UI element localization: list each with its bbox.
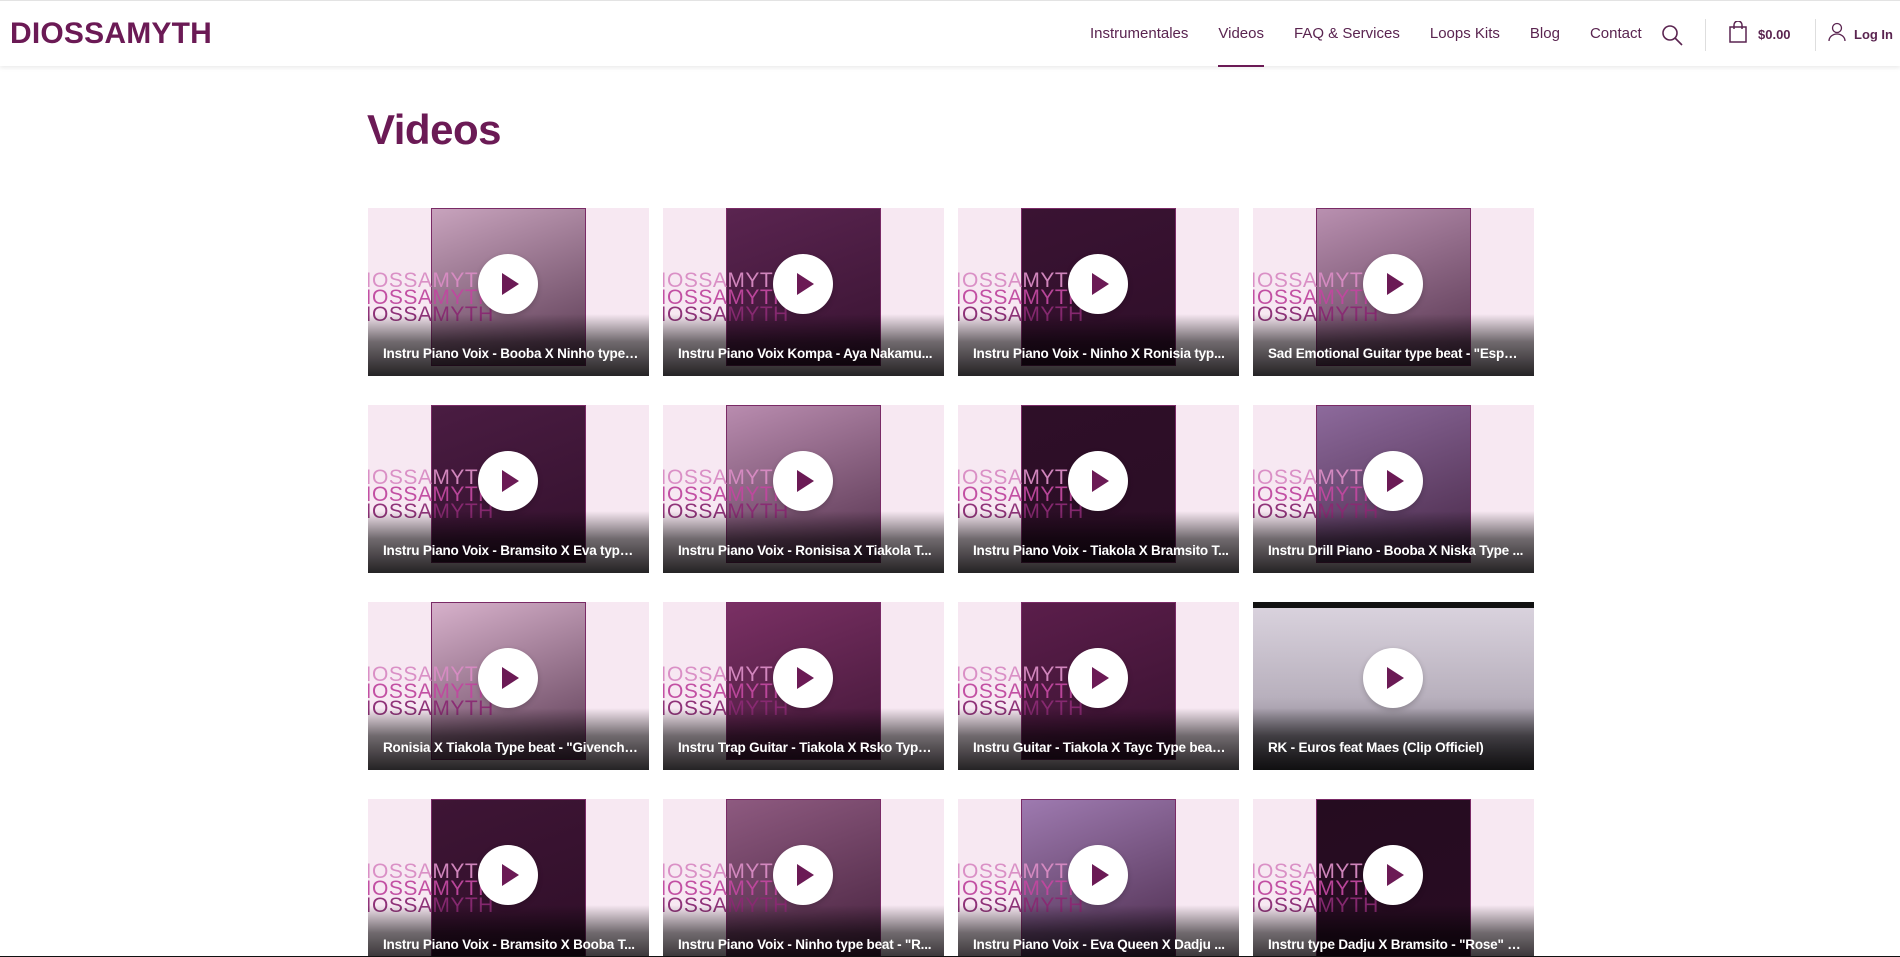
play-button[interactable] <box>1363 254 1423 314</box>
play-button[interactable] <box>1363 845 1423 905</box>
play-button[interactable] <box>773 845 833 905</box>
search-icon[interactable] <box>1660 23 1684 47</box>
video-title: Instru Piano Voix - Booba X Ninho type .… <box>383 346 639 361</box>
play-icon <box>797 273 814 295</box>
title-overlay <box>663 511 944 573</box>
play-icon <box>502 273 519 295</box>
header-divider <box>1705 19 1706 51</box>
shopping-bag-icon <box>1728 19 1748 48</box>
video-title: Instru Piano Voix - Ninho type beat - "R… <box>678 937 932 952</box>
nav-item-blog[interactable]: Blog <box>1530 1 1560 67</box>
play-icon <box>1387 667 1404 689</box>
video-card[interactable]: DIOSSAMYTHDIOSSAMYTHDIOSSAMYTHSad Emotio… <box>1253 208 1534 376</box>
play-icon <box>1092 273 1109 295</box>
video-card[interactable]: DIOSSAMYTHDIOSSAMYTHDIOSSAMYTHInstru Pia… <box>958 405 1239 573</box>
play-button[interactable] <box>478 451 538 511</box>
video-card[interactable]: DIOSSAMYTHDIOSSAMYTHDIOSSAMYTHInstru Pia… <box>368 405 649 573</box>
main-nav: Instrumentales Videos FAQ & Services Loo… <box>1090 1 1672 67</box>
nav-item-loops-kits[interactable]: Loops Kits <box>1430 1 1500 67</box>
play-button[interactable] <box>773 254 833 314</box>
play-button[interactable] <box>773 451 833 511</box>
video-gallery: DIOSSAMYTHDIOSSAMYTHDIOSSAMYTHInstru Pia… <box>368 208 1536 957</box>
play-button[interactable] <box>478 254 538 314</box>
video-card[interactable]: RK - Euros feat Maes (Clip Officiel) <box>1253 602 1534 770</box>
header-divider <box>1815 19 1816 51</box>
play-button[interactable] <box>1068 451 1128 511</box>
video-card[interactable]: DIOSSAMYTHDIOSSAMYTHDIOSSAMYTHInstru Pia… <box>958 208 1239 376</box>
video-title: Instru Piano Voix - Bramsito X Booba T..… <box>383 937 635 952</box>
video-title: Instru Piano Voix - Eva Queen X Dadju ..… <box>973 937 1225 952</box>
site-header: DIOSSAMYTH Instrumentales Videos FAQ & S… <box>0 0 1900 67</box>
video-title: Instru Drill Piano - Booba X Niska Type … <box>1268 543 1524 558</box>
play-icon <box>1092 470 1109 492</box>
title-overlay <box>1253 314 1534 376</box>
video-title: Sad Emotional Guitar type beat - "Espoi.… <box>1268 346 1524 361</box>
video-card[interactable]: DIOSSAMYTHDIOSSAMYTHDIOSSAMYTHRonisia X … <box>368 602 649 770</box>
play-icon <box>797 864 814 886</box>
video-title: Ronisia X Tiakola Type beat - "Givenchy.… <box>383 740 639 755</box>
video-title: Instru Piano Voix - Tiakola X Bramsito T… <box>973 543 1229 558</box>
play-button[interactable] <box>478 648 538 708</box>
login-label: Log In <box>1854 26 1893 42</box>
play-icon <box>797 667 814 689</box>
letterbox-bar <box>1253 602 1534 608</box>
title-overlay <box>368 511 649 573</box>
video-card[interactable]: DIOSSAMYTHDIOSSAMYTHDIOSSAMYTHInstru Dri… <box>1253 405 1534 573</box>
nav-item-videos[interactable]: Videos <box>1218 1 1264 67</box>
title-overlay <box>958 314 1239 376</box>
title-overlay <box>368 314 649 376</box>
video-card[interactable]: DIOSSAMYTHDIOSSAMYTHDIOSSAMYTHInstru typ… <box>1253 799 1534 957</box>
video-title: Instru type Dadju X Bramsito - "Rose" 2.… <box>1268 937 1524 952</box>
play-icon <box>1387 273 1404 295</box>
nav-item-faq-services[interactable]: FAQ & Services <box>1294 1 1400 67</box>
play-button[interactable] <box>773 648 833 708</box>
play-button[interactable] <box>1363 451 1423 511</box>
video-card[interactable]: DIOSSAMYTHDIOSSAMYTHDIOSSAMYTHInstru Pia… <box>663 405 944 573</box>
video-card[interactable]: DIOSSAMYTHDIOSSAMYTHDIOSSAMYTHInstru Pia… <box>958 799 1239 957</box>
user-icon <box>1828 22 1846 47</box>
title-overlay <box>368 708 649 770</box>
video-card[interactable]: DIOSSAMYTHDIOSSAMYTHDIOSSAMYTHInstru Gui… <box>958 602 1239 770</box>
play-icon <box>1387 470 1404 492</box>
video-card[interactable]: DIOSSAMYTHDIOSSAMYTHDIOSSAMYTHInstru Tra… <box>663 602 944 770</box>
video-title: Instru Piano Voix - Bramsito X Eva type … <box>383 543 639 558</box>
title-overlay <box>1253 511 1534 573</box>
play-button[interactable] <box>1068 845 1128 905</box>
play-icon <box>1387 864 1404 886</box>
site-logo[interactable]: DIOSSAMYTH <box>10 17 212 51</box>
video-title: Instru Piano Voix - Ronisisa X Tiakola T… <box>678 543 932 558</box>
nav-item-instrumentales[interactable]: Instrumentales <box>1090 1 1188 67</box>
page-title: Videos <box>367 106 501 153</box>
title-overlay <box>958 708 1239 770</box>
nav-item-contact[interactable]: Contact <box>1590 1 1642 67</box>
play-icon <box>1092 864 1109 886</box>
play-button[interactable] <box>1363 648 1423 708</box>
video-card[interactable]: DIOSSAMYTHDIOSSAMYTHDIOSSAMYTHInstru Pia… <box>368 799 649 957</box>
video-title: Instru Trap Guitar - Tiakola X Rsko Type… <box>678 740 934 755</box>
title-overlay <box>663 708 944 770</box>
title-overlay <box>1253 708 1534 770</box>
play-icon <box>1092 667 1109 689</box>
cart-amount: $0.00 <box>1758 26 1791 42</box>
video-card[interactable]: DIOSSAMYTHDIOSSAMYTHDIOSSAMYTHInstru Pia… <box>663 208 944 376</box>
play-button[interactable] <box>1068 254 1128 314</box>
video-title: RK - Euros feat Maes (Clip Officiel) <box>1268 740 1484 755</box>
play-icon <box>502 470 519 492</box>
video-title: Instru Piano Voix - Ninho X Ronisia typ.… <box>973 346 1225 361</box>
video-title: Instru Guitar - Tiakola X Tayc Type beat… <box>973 740 1229 755</box>
title-overlay <box>663 314 944 376</box>
video-card[interactable]: DIOSSAMYTHDIOSSAMYTHDIOSSAMYTHInstru Pia… <box>663 799 944 957</box>
play-button[interactable] <box>478 845 538 905</box>
cart-button[interactable]: $0.00 <box>1728 19 1791 48</box>
video-title: Instru Piano Voix Kompa - Aya Nakamu... <box>678 346 933 361</box>
login-button[interactable]: Log In <box>1828 21 1893 47</box>
video-card[interactable]: DIOSSAMYTHDIOSSAMYTHDIOSSAMYTHInstru Pia… <box>368 208 649 376</box>
play-icon <box>797 470 814 492</box>
title-overlay <box>958 511 1239 573</box>
play-icon <box>502 667 519 689</box>
play-icon <box>502 864 519 886</box>
play-button[interactable] <box>1068 648 1128 708</box>
